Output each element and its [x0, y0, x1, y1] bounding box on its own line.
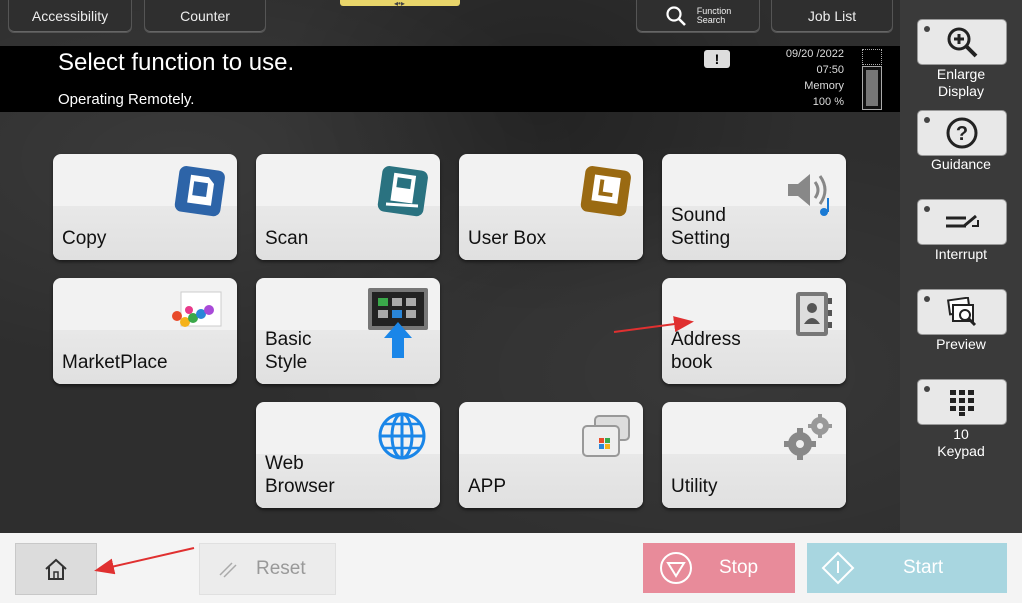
start-button[interactable]: Start — [807, 543, 1007, 593]
home-icon — [45, 558, 67, 580]
tile-sound-line1: Sound — [671, 205, 726, 226]
start-icon — [821, 551, 855, 585]
tile-address-line2: book — [671, 352, 713, 373]
keypad-line2: Keypad — [937, 443, 985, 459]
tile-user-box-label: User Box — [468, 228, 547, 249]
tile-sound-setting[interactable]: Sound Setting — [662, 154, 846, 260]
function-search-button[interactable]: Function Search — [636, 0, 760, 33]
status-date: 09/20 /2022 — [785, 48, 844, 60]
message-title: Select function to use. — [58, 49, 295, 76]
help-icon: ? — [946, 117, 978, 149]
tile-web-line1: Web — [265, 453, 304, 474]
svg-text:?: ? — [956, 123, 968, 145]
home-button[interactable] — [15, 543, 97, 595]
tile-sound-setting-label: Sound Setting — [671, 204, 730, 250]
stop-label: Stop — [719, 557, 759, 578]
basic-style-icon — [368, 288, 428, 358]
job-list-button[interactable]: Job List — [771, 0, 893, 33]
marketplace-icon — [172, 291, 222, 327]
status-memory-label: Memory — [804, 80, 844, 92]
tile-address-line1: Address — [671, 329, 741, 350]
tile-address-book-label: Address book — [671, 328, 741, 374]
preview-icon — [946, 297, 977, 327]
interrupt-button[interactable] — [917, 199, 1007, 245]
zoom-in-icon — [947, 27, 978, 58]
stop-icon — [660, 552, 692, 584]
tile-copy[interactable]: Copy — [53, 154, 237, 260]
globe-icon — [378, 412, 426, 460]
status-readout: 09/20 /2022 07:50 Memory 100 % — [786, 46, 844, 110]
tile-marketplace[interactable]: MarketPlace — [53, 278, 237, 384]
tile-copy-label: Copy — [62, 228, 107, 249]
accessibility-label: Accessibility — [31, 8, 109, 24]
scan-icon — [377, 166, 428, 217]
speaker-icon — [788, 174, 829, 216]
status-time: 07:50 — [816, 64, 844, 76]
user-box-icon — [580, 166, 631, 217]
status-memory-value: 100 % — [812, 96, 844, 108]
enlarge-line2: Display — [938, 83, 984, 99]
stop-button[interactable]: Stop — [643, 543, 795, 593]
tile-user-box[interactable]: User Box — [459, 154, 643, 260]
reset-button[interactable]: Reset — [199, 543, 336, 595]
counter-label: Counter — [180, 8, 230, 24]
tile-app[interactable]: APP — [459, 402, 643, 508]
tile-basic-style-label: Basic Style — [265, 328, 311, 374]
keypad-button[interactable] — [917, 379, 1007, 425]
preview-button[interactable] — [917, 289, 1007, 335]
tile-app-label: APP — [468, 476, 507, 497]
tile-basic-line2: Style — [265, 352, 308, 373]
guidance-label: Guidance — [931, 156, 991, 172]
tile-utility[interactable]: Utility — [662, 402, 846, 508]
enlarge-display-label: Enlarge Display — [900, 66, 1022, 100]
bottom-bar: Reset Stop Start — [0, 533, 1022, 603]
side-panel: Enlarge Display ? Guidance Interrupt Pre… — [900, 0, 1022, 533]
keypad-line1: 10 — [953, 426, 969, 442]
tile-web-browser[interactable]: Web Browser — [256, 402, 440, 508]
tile-utility-label: Utility — [671, 476, 718, 497]
address-book-icon — [796, 292, 832, 336]
alert-icon[interactable]: ! — [704, 50, 730, 68]
guidance-button[interactable]: ? — [917, 110, 1007, 156]
message-bar: Select function to use. Operating Remote… — [0, 46, 900, 112]
reset-label: Reset — [256, 558, 306, 579]
tile-marketplace-label: MarketPlace — [62, 352, 168, 373]
copy-icon — [174, 166, 225, 217]
start-label: Start — [903, 557, 944, 578]
tile-sound-line2: Setting — [671, 228, 731, 249]
gear-icon — [784, 414, 832, 460]
memory-icon — [862, 49, 882, 65]
keypad-label: 10 Keypad — [900, 426, 1022, 460]
message-subtitle: Operating Remotely. — [58, 91, 195, 108]
tile-scan[interactable]: Scan — [256, 154, 440, 260]
tile-scan-label: Scan — [265, 228, 309, 249]
tile-basic-line1: Basic — [265, 329, 312, 350]
keypad-icon — [950, 390, 974, 416]
tile-web-line2: Browser — [265, 476, 335, 497]
memory-gauge — [862, 66, 882, 110]
enlarge-display-button[interactable] — [917, 19, 1007, 65]
counter-button[interactable]: Counter — [144, 0, 266, 33]
interrupt-label: Interrupt — [934, 246, 988, 262]
tile-web-browser-label: Web Browser — [265, 452, 335, 498]
interrupt-icon — [946, 214, 979, 228]
panel-drag-handle[interactable]: ◂•▸ — [340, 0, 460, 8]
reset-icon — [219, 562, 237, 578]
tile-address-book[interactable]: Address book — [662, 278, 846, 384]
enlarge-line1: Enlarge — [936, 66, 986, 82]
tile-basic-style[interactable]: Basic Style — [256, 278, 440, 384]
accessibility-button[interactable]: Accessibility — [8, 0, 132, 33]
preview-label: Preview — [936, 336, 986, 352]
job-list-label: Job List — [807, 8, 857, 24]
search-icon — [666, 6, 686, 26]
app-icon — [582, 415, 630, 457]
function-search-label-2: Search — [696, 15, 726, 25]
